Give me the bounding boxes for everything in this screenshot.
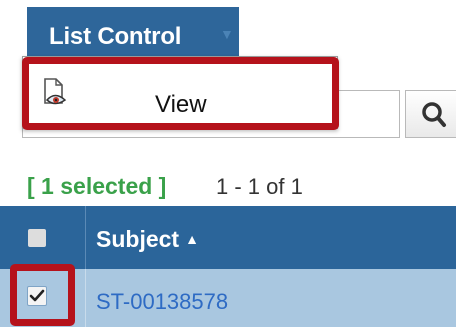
result-range: 1 - 1 of 1 — [216, 174, 303, 199]
select-all-cell — [0, 206, 86, 269]
subject-link[interactable]: ST-00138578 — [96, 289, 228, 315]
tab-list-control[interactable]: List Control ▼ — [27, 7, 239, 61]
search-icon — [422, 102, 446, 127]
checkbox-highlight-box — [10, 264, 75, 326]
tab-label: List Control — [49, 23, 182, 50]
select-all-checkbox[interactable] — [28, 229, 46, 247]
subject-column-header[interactable]: Subject ▲ — [96, 226, 199, 253]
subject-header-label: Subject — [96, 226, 180, 252]
selected-count: [ 1 selected ] — [27, 173, 167, 199]
view-highlight-box — [22, 57, 339, 130]
search-button[interactable] — [405, 90, 456, 138]
chevron-down-icon[interactable]: ▼ — [220, 27, 240, 41]
sort-ascending-icon: ▲ — [185, 231, 199, 247]
table-header: Subject ▲ — [0, 206, 456, 269]
